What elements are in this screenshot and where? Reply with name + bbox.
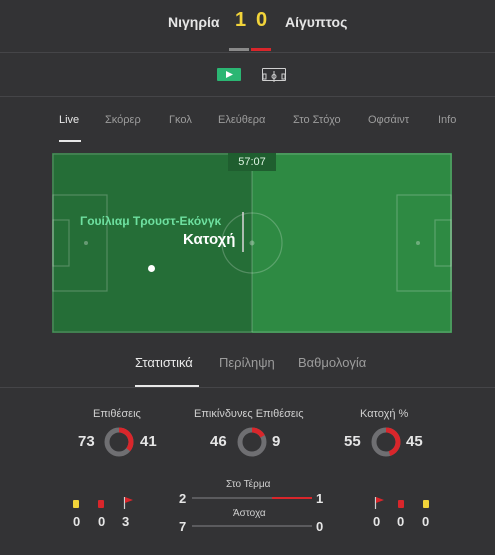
tab-free-kicks[interactable]: Ελεύθερα [218, 114, 265, 126]
subtab-statistics[interactable]: Στατιστικά [135, 355, 193, 370]
subtab-divider [0, 387, 495, 388]
on-target-away-fill [272, 497, 312, 499]
ball-icon [148, 265, 155, 272]
subtab-summary[interactable]: Περίληψη [219, 355, 275, 370]
dangerous-attacks-home: 46 [210, 433, 227, 450]
corner-flag-icon [123, 497, 133, 509]
attacks-away: 41 [140, 433, 157, 450]
away-red-cards: 0 [397, 514, 405, 529]
on-target-label: Στο Τέρμα [226, 479, 271, 490]
home-corners: 3 [122, 514, 130, 529]
event-marker-line [242, 212, 244, 252]
possession-donut [371, 427, 401, 457]
home-score: 1 [235, 9, 247, 31]
home-indicator [229, 48, 249, 51]
off-target-away: 0 [316, 519, 324, 534]
off-target-label: Άστοχα [233, 508, 266, 519]
dangerous-attacks-donut [237, 427, 267, 457]
dangerous-attacks-away: 9 [272, 433, 281, 450]
video-icon[interactable] [217, 68, 241, 81]
tab-on-target[interactable]: Στο Στόχο [293, 114, 341, 126]
on-target-away: 1 [316, 491, 324, 506]
off-target-home: 7 [179, 519, 187, 534]
tab-offside[interactable]: Οφσάιντ [368, 114, 409, 126]
red-card-icon [98, 500, 104, 508]
pitch-icon[interactable] [262, 68, 286, 82]
corner-flag-icon [374, 497, 384, 509]
away-team-name: Αίγυπτος [285, 14, 348, 30]
tab-active-underline [59, 140, 81, 142]
away-score: 0 [256, 9, 268, 31]
match-clock: 57:07 [228, 153, 276, 171]
pitch-lines [52, 153, 452, 333]
tab-goals[interactable]: Γκολ [169, 114, 192, 126]
tab-scorers[interactable]: Σκόρερ [105, 114, 141, 126]
away-yellow-cards: 0 [422, 514, 430, 529]
attacks-donut [104, 427, 134, 457]
home-team-name: Νιγηρία [168, 14, 220, 30]
toggle-divider [0, 96, 495, 97]
live-pitch: 57:07 Γουίλιαμ Τρουστ-Εκόνγκ Κατοχή [52, 153, 452, 333]
event-type-label: Κατοχή [183, 231, 236, 248]
possession-away: 45 [406, 433, 423, 450]
attacks-label: Επιθέσεις [93, 408, 141, 420]
dangerous-attacks-label: Επικίνδυνες Επιθέσεις [194, 408, 304, 420]
yellow-card-icon [423, 500, 429, 508]
header-divider [0, 52, 495, 53]
tab-live[interactable]: Live [59, 114, 79, 126]
attacks-home: 73 [78, 433, 95, 450]
off-target-bar [192, 525, 312, 527]
possession-home: 55 [344, 433, 361, 450]
home-yellow-cards: 0 [73, 514, 81, 529]
yellow-card-icon [73, 500, 79, 508]
on-target-home: 2 [179, 491, 187, 506]
possession-label: Κατοχή % [360, 408, 409, 420]
away-indicator [251, 48, 271, 51]
home-red-cards: 0 [98, 514, 106, 529]
subtab-standings[interactable]: Βαθμολογία [298, 355, 366, 370]
tab-info[interactable]: Info [438, 114, 456, 126]
event-player-name: Γουίλιαμ Τρουστ-Εκόνγκ [80, 214, 222, 228]
away-corners: 0 [373, 514, 381, 529]
red-card-icon [398, 500, 404, 508]
